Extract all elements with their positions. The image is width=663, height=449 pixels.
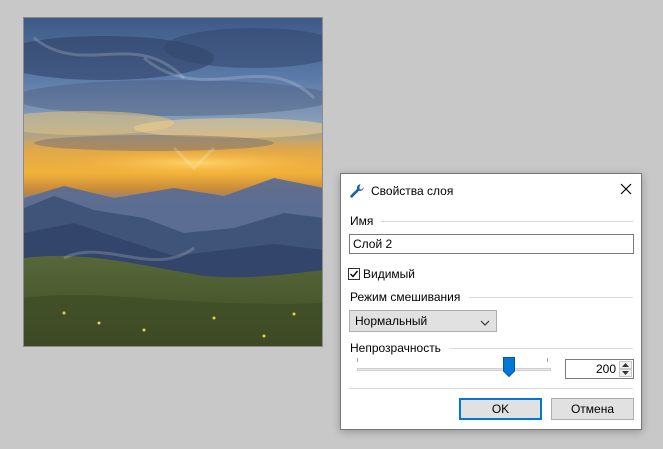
opacity-slider-tick-max — [547, 358, 548, 362]
layer-canvas-image — [23, 17, 323, 347]
cancel-button[interactable]: Отмена — [551, 398, 634, 420]
footer-divider — [349, 388, 633, 389]
layer-name-input[interactable] — [349, 234, 634, 254]
arrow-down-icon[interactable] — [619, 369, 632, 377]
blend-mode-value: Нормальный — [355, 314, 428, 328]
close-icon — [620, 183, 632, 198]
opacity-slider-track[interactable] — [357, 368, 551, 371]
blend-mode-section-divider — [469, 297, 633, 298]
opacity-slider-tick-min — [357, 358, 358, 362]
ok-button[interactable]: OK — [459, 398, 542, 420]
arrow-up-icon[interactable] — [619, 361, 632, 369]
visible-checkbox-label: Видимый — [363, 267, 415, 281]
dialog-titlebar[interactable]: Свойства слоя — [341, 174, 641, 206]
layer-properties-dialog: Свойства слоя Имя Видимый Режим смешиван… — [340, 173, 642, 430]
blend-mode-dropdown[interactable]: Нормальный — [349, 310, 497, 332]
name-section-divider — [381, 221, 633, 222]
visible-checkbox[interactable] — [348, 268, 360, 280]
opacity-value: 200 — [595, 362, 616, 376]
opacity-spinbox[interactable]: 200 — [565, 359, 634, 379]
wrench-icon — [349, 183, 365, 199]
close-button[interactable] — [615, 180, 637, 200]
visible-checkbox-row[interactable]: Видимый — [348, 267, 415, 281]
opacity-section-divider — [449, 348, 633, 349]
dialog-title: Свойства слоя — [371, 184, 454, 198]
chevron-down-icon — [480, 316, 490, 330]
opacity-section-label: Непрозрачность — [350, 341, 441, 355]
blend-mode-section-label: Режим смешивания — [350, 290, 461, 304]
name-section-label: Имя — [350, 214, 374, 228]
opacity-slider-thumb[interactable] — [503, 357, 516, 378]
